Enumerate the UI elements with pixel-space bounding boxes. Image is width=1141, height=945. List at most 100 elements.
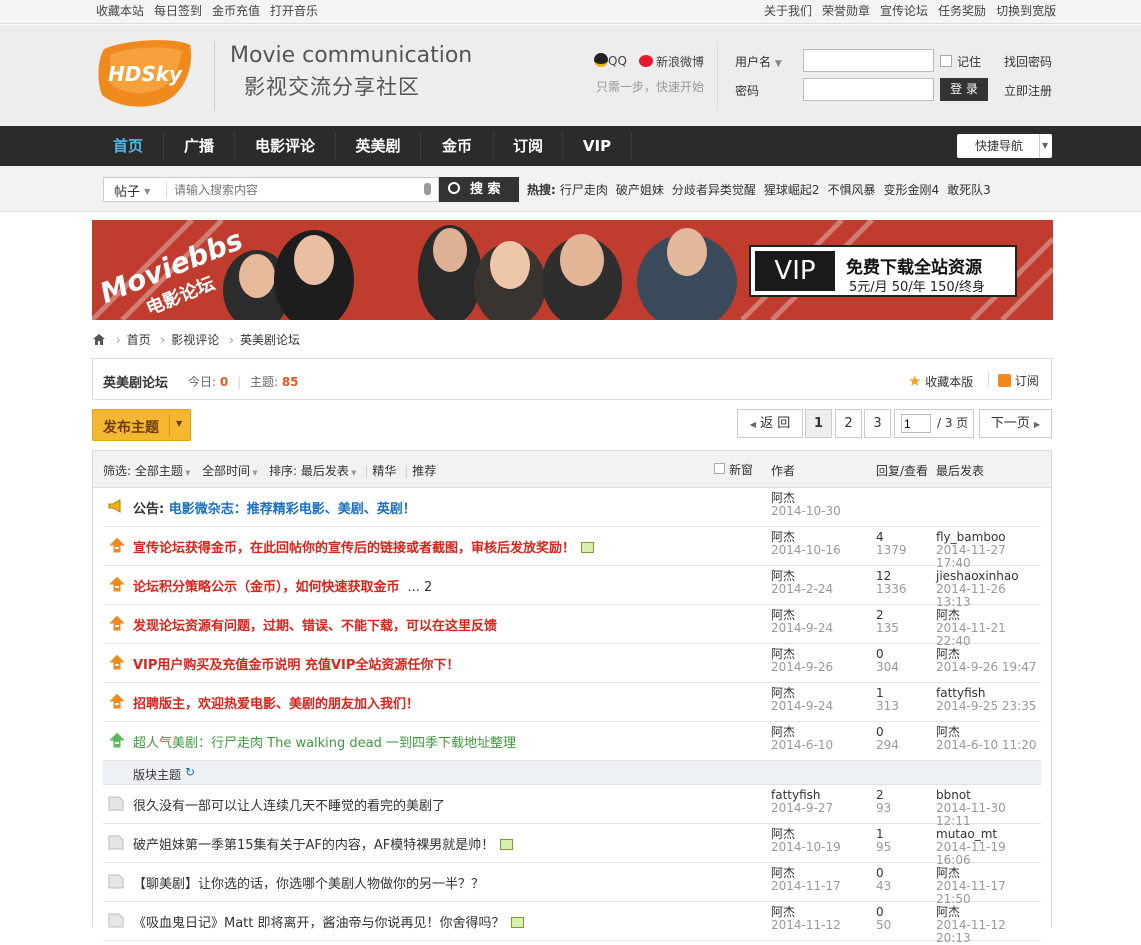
thread-title[interactable]: 很久没有一部可以让人连续几天不睡觉的看完的美剧了 [133,795,445,814]
microphone-icon[interactable] [424,183,431,195]
hot-item[interactable]: 变形金刚4 [884,183,940,197]
thread-title-text[interactable]: 招聘版主，欢迎热爱电影、美剧的朋友加入我们！ [133,697,419,712]
home-icon[interactable] [92,333,106,346]
search-type-select[interactable]: 帖子 ▼ [114,181,150,200]
hot-item[interactable]: 猩球崛起2 [764,183,820,197]
nav-movie-review[interactable]: 电影评论 [237,126,333,166]
thread-title-text[interactable]: 发现论坛资源有问题，过期、错误、不能下载，可以在这里反馈 [133,619,497,634]
vip-banner[interactable]: Moviebbs 电影论坛 VIP 免费下载全站资源 5元/月 50/年 150… [92,220,1053,320]
header: HDSky Movie communication 影视交流分享社区 QQ 新浪… [0,25,1141,126]
new-window-checkbox[interactable] [714,463,725,474]
announcement-title[interactable]: 公告: 电影微杂志：推荐精彩电影、美剧、英剧！ [133,498,416,517]
sticky-thread-row[interactable]: 招聘版主，欢迎热爱电影、美剧的朋友加入我们！ 阿杰 2014-9-24 1 313 fat… [103,683,1041,722]
post-topic-button[interactable]: 发布主题 ▼ [92,409,191,441]
username-input[interactable] [803,49,934,72]
favorite-forum-button[interactable]: ★ 收藏本版 [908,372,973,390]
thread-row[interactable]: 《吸血鬼日记》Matt 即将离开，酱油帝与你说再见！你舍得吗？ 阿杰 2014-11… [103,902,1041,945]
thread-title[interactable]: 发现论坛资源有问题，过期、错误、不能下载，可以在这里反馈 [133,615,497,634]
login-button[interactable]: 登 录 [940,78,988,101]
wide-mode-link[interactable]: 切换到宽版 [996,4,1056,18]
forgot-password-link[interactable]: 找回密码 [1004,53,1052,70]
thread-title-text[interactable]: VIP用户购买及充值金币说明 充值VIP全站资源任你下！ [133,658,459,673]
page-input[interactable] [901,414,931,433]
last-post-date[interactable]: 2014-9-25 23:35 [936,700,1037,713]
sticky-thread-row[interactable]: 超人气美剧：行尸走肉 The walking dead 一到四季下载地址整理 阿杰… [103,722,1041,761]
hot-item[interactable]: 不惧风暴 [828,183,876,197]
sticky-thread-row[interactable]: 论坛积分策略公示（金币），如何快速获取金币 ... 2 阿杰 2014-2-24 12 1… [103,566,1041,609]
about-link[interactable]: 关于我们 [764,4,812,18]
filter-recommend[interactable]: 推荐 [412,464,436,478]
hot-item[interactable]: 破产姐妹 [616,183,664,197]
thread-title-text[interactable]: 很久没有一部可以让人连续几天不睡觉的看完的美剧了 [133,799,445,814]
search-input[interactable] [174,180,414,199]
search-button[interactable]: 搜 索 [439,177,519,202]
hot-item[interactable]: 行尸走肉 [560,183,608,197]
nav-separator [631,132,632,160]
filter-all-time[interactable]: 全部时间 ▼ [202,464,258,478]
nav-gold[interactable]: 金币 [423,126,491,166]
thread-title-text[interactable]: 论坛积分策略公示（金币），如何快速获取金币 [133,580,400,595]
chevron-down-icon[interactable]: ▼ [176,419,182,428]
subscribe-forum-button[interactable]: 订阅 [998,372,1039,389]
filter-all-topics[interactable]: 全部主题 ▼ [135,464,191,478]
medal-link[interactable]: 荣誉勋章 [822,4,870,18]
last-post-date[interactable]: 2014-11-12 20:13 [936,919,1041,945]
nav-broadcast[interactable]: 广播 [166,126,232,166]
sticky-thread-row[interactable]: 宣传论坛获得金币，在此回帖你的宣传后的链接或者截图，审核后发放奖励！ 阿杰 2014… [103,527,1041,570]
thread-title-text[interactable]: 破产姐妹第一季第15集有关于AF的内容，AF模特裸男就是帅！ [133,838,494,853]
nav-us-uk-drama[interactable]: 英美剧 [338,126,418,166]
breadcrumb-movie-review[interactable]: 影视评论 [171,333,219,347]
announcement-row[interactable]: 公告: 电影微杂志：推荐精彩电影、美剧、英剧！ 阿杰 2014-10-30 [103,488,1041,527]
thread-row[interactable]: 破产姐妹第一季第15集有关于AF的内容，AF模特裸男就是帅！ 阿杰 2014-10-… [103,824,1041,867]
favorite-site-link[interactable]: 收藏本站 [96,4,144,18]
nav-subscribe[interactable]: 订阅 [496,126,560,166]
thread-title-text[interactable]: 【聊美剧】让你选的话，你选哪个美剧人物做你的另一半？？ [133,877,484,892]
register-link[interactable]: 立即注册 [1004,82,1052,99]
hot-item[interactable]: 分歧者异类觉醒 [672,183,756,197]
filter-sort[interactable]: 排序: 最后发表 ▼ [269,464,356,478]
refresh-icon[interactable]: ↻ [185,765,195,779]
thread-title[interactable]: 招聘版主，欢迎热爱电影、美剧的朋友加入我们！ [133,693,419,712]
recharge-link[interactable]: 金币充值 [212,4,260,18]
hot-item[interactable]: 敢死队3 [947,183,991,197]
promote-link[interactable]: 宣传论坛 [880,4,928,18]
sticky-thread-row[interactable]: VIP用户购买及充值金币说明 充值VIP全站资源任你下！ 阿杰 2014-9-26 0… [103,644,1041,683]
thread-row[interactable]: 很久没有一部可以让人连续几天不睡觉的看完的美剧了 fattyfish 2014-9-… [103,785,1041,828]
password-input[interactable] [803,78,934,101]
page-3-button[interactable]: 3 [864,409,891,438]
thread-title[interactable]: 宣传论坛获得金币，在此回帖你的宣传后的链接或者截图，审核后发放奖励！ [133,537,595,556]
thread-title-text[interactable]: 宣传论坛获得金币，在此回帖你的宣传后的链接或者截图，审核后发放奖励！ [133,541,575,556]
thread-title[interactable]: 【聊美剧】让你选的话，你选哪个美剧人物做你的另一半？？ [133,873,484,892]
thread-title[interactable]: 论坛积分策略公示（金币），如何快速获取金币 ... 2 [133,576,432,595]
next-page-button[interactable]: 下一页 ▶ [979,409,1052,438]
breadcrumb-forum[interactable]: 英美剧论坛 [240,333,300,347]
weibo-login[interactable]: 新浪微博 [639,53,704,70]
page-2-button[interactable]: 2 [835,409,862,438]
task-link[interactable]: 任务奖励 [938,4,986,18]
sticky-thread-row[interactable]: 发现论坛资源有问题，过期、错误、不能下载，可以在这里反馈 阿杰 2014-9-24 2… [103,605,1041,648]
music-link[interactable]: 打开音乐 [270,4,318,18]
thread-title[interactable]: VIP用户购买及充值金币说明 充值VIP全站资源任你下！ [133,654,459,673]
page-1-button[interactable]: 1 [805,409,832,438]
quick-nav-button[interactable]: 快捷导航 ▼ [957,134,1052,158]
thread-author: 阿杰 2014-9-24 [771,609,833,635]
username-label[interactable]: 用户名 ▼ [735,53,782,70]
nav-vip[interactable]: VIP [565,126,629,166]
remember-checkbox[interactable] [940,55,952,67]
back-button[interactable]: ◀ 返 回 [737,409,803,438]
filter-digest[interactable]: 精华 [372,464,396,478]
thread-title[interactable]: 超人气美剧：行尸走肉 The walking dead 一到四季下载地址整理 [133,732,516,751]
thread-title-text[interactable]: 超人气美剧：行尸走肉 The walking dead 一到四季下载地址整理 [133,736,516,751]
last-post-date[interactable]: 2014-9-26 19:47 [936,661,1037,674]
nav-home[interactable]: 首页 [96,126,160,166]
site-logo[interactable]: HDSky [96,35,196,115]
thread-title[interactable]: 《吸血鬼日记》Matt 即将离开，酱油帝与你说再见！你舍得吗？ [133,912,524,931]
thread-row[interactable]: 【聊美剧】让你选的话，你选哪个美剧人物做你的另一半？？ 阿杰 2014-11-17 0… [103,863,1041,906]
last-post-date[interactable]: 2014-6-10 11:20 [936,739,1037,752]
thread-title[interactable]: 破产姐妹第一季第15集有关于AF的内容，AF模特裸男就是帅！ [133,834,514,853]
breadcrumb-home[interactable]: 首页 [127,333,151,347]
thread-pages[interactable]: ... 2 [408,580,433,595]
qq-login[interactable]: QQ [594,53,627,68]
daily-checkin-link[interactable]: 每日签到 [154,4,202,18]
thread-title-text[interactable]: 《吸血鬼日记》Matt 即将离开，酱油帝与你说再见！你舍得吗？ [133,916,505,931]
